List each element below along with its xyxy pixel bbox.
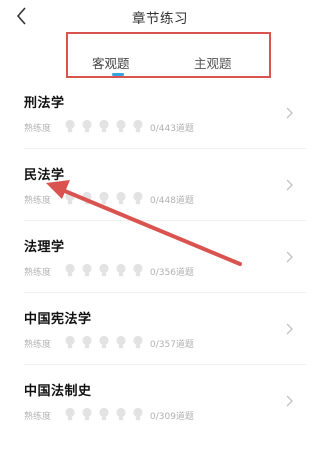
mastery-bulbs [64, 407, 154, 423]
lightbulb-icon [116, 335, 126, 349]
chapter-name: 刑法学 [24, 96, 65, 111]
lightbulb-icon [82, 263, 92, 277]
lightbulb-icon [82, 191, 92, 205]
lightbulb-icon [82, 335, 92, 349]
tab-objective[interactable]: 客观题 [92, 53, 130, 72]
lightbulb-icon [65, 119, 75, 133]
lightbulb-icon [65, 407, 75, 421]
mastery-bulbs [64, 335, 154, 351]
chapter-meta: 熟练度 0/356道题 [24, 263, 284, 279]
chapter-item[interactable]: 中国法制史 熟练度 0/309道题 [0, 380, 320, 450]
chapter-meta: 熟练度 0/357道题 [24, 335, 284, 351]
chapter-item[interactable]: 法理学 熟练度 0/356道题 [0, 236, 320, 306]
mastery-label: 熟练度 [24, 268, 52, 278]
lightbulb-icon [133, 191, 143, 205]
question-count: 0/309道题 [150, 412, 194, 422]
chevron-right-icon [286, 251, 293, 263]
lightbulb-icon [65, 263, 75, 277]
chapter-item[interactable]: 中国宪法学 熟练度 0/357道题 [0, 308, 320, 378]
divider [24, 364, 306, 365]
lightbulb-icon [65, 191, 75, 205]
lightbulb-icon [133, 119, 143, 133]
lightbulb-icon [99, 263, 109, 277]
chapter-name: 中国宪法学 [24, 312, 92, 327]
page-title: 章节练习 [132, 11, 188, 27]
lightbulb-icon [116, 263, 126, 277]
chapter-name: 法理学 [24, 240, 65, 255]
divider [24, 148, 306, 149]
question-count: 0/356道题 [150, 268, 194, 278]
lightbulb-icon [99, 335, 109, 349]
chapter-item[interactable]: 民法学 熟练度 0/448道题 [0, 164, 320, 234]
lightbulb-icon [133, 335, 143, 349]
chevron-right-icon [286, 179, 293, 191]
mastery-bulbs [64, 191, 154, 207]
chevron-right-icon [286, 323, 293, 335]
divider [24, 220, 306, 221]
lightbulb-icon [82, 407, 92, 421]
chapter-name: 民法学 [24, 168, 65, 183]
tabs-highlight-box: 客观题 主观题 [66, 32, 271, 78]
lightbulb-icon [116, 191, 126, 205]
lightbulb-icon [82, 119, 92, 133]
chevron-right-icon [286, 107, 293, 119]
lightbulb-icon [116, 407, 126, 421]
chapter-name: 中国法制史 [24, 384, 92, 399]
lightbulb-icon [99, 119, 109, 133]
mastery-label: 熟练度 [24, 124, 52, 134]
divider [24, 292, 306, 293]
chapter-meta: 熟练度 0/448道题 [24, 191, 284, 207]
mastery-label: 熟练度 [24, 196, 52, 206]
lightbulb-icon [65, 335, 75, 349]
question-count: 0/448道题 [150, 196, 194, 206]
chapter-meta: 熟练度 0/443道题 [24, 119, 284, 135]
question-count: 0/357道题 [150, 340, 194, 350]
lightbulb-icon [133, 263, 143, 277]
lightbulb-icon [116, 119, 126, 133]
lightbulb-icon [99, 407, 109, 421]
mastery-bulbs [64, 119, 154, 135]
chapter-meta: 熟练度 0/309道题 [24, 407, 284, 423]
question-count: 0/443道题 [150, 124, 194, 134]
chapter-item[interactable]: 刑法学 熟练度 0/443道题 [0, 92, 320, 162]
chevron-right-icon [286, 395, 293, 407]
tab-subjective[interactable]: 主观题 [194, 53, 232, 72]
nav-bar: 章节练习 [0, 0, 320, 32]
mastery-label: 熟练度 [24, 340, 52, 350]
mastery-label: 熟练度 [24, 412, 52, 422]
mastery-bulbs [64, 263, 154, 279]
lightbulb-icon [133, 407, 143, 421]
active-tab-indicator [112, 73, 124, 76]
lightbulb-icon [99, 191, 109, 205]
